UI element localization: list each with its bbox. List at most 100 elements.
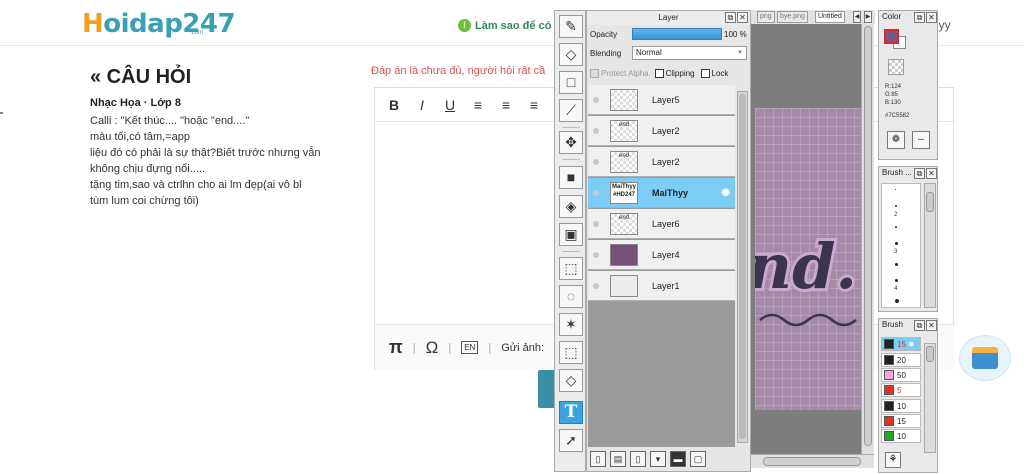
close-icon[interactable]: ✕ xyxy=(926,168,937,179)
new-layer-icon[interactable]: ▯ xyxy=(590,451,606,467)
folder-icon[interactable]: ▬ xyxy=(670,451,686,467)
layer-mode-icon[interactable]: ▾ xyxy=(650,451,666,467)
brush-size-item[interactable]: 3 xyxy=(882,239,922,258)
layer-row[interactable]: Layer1 xyxy=(588,271,735,301)
brush-item[interactable]: 10 xyxy=(881,429,921,443)
back-to-question-link[interactable]: « CÂU HỎI xyxy=(90,66,191,89)
brush-size-item[interactable] xyxy=(882,294,922,313)
foreground-color-swatch[interactable] xyxy=(884,29,899,44)
opacity-slider[interactable] xyxy=(632,28,722,40)
close-icon[interactable]: ✕ xyxy=(737,12,748,23)
restore-icon[interactable]: ⧉ xyxy=(914,12,925,23)
brush-size-scrollbar[interactable] xyxy=(924,183,936,308)
visibility-icon[interactable] xyxy=(588,220,604,227)
brush-settings-icon[interactable]: ⚘ xyxy=(885,452,901,468)
brush-size-item[interactable]: 4 xyxy=(882,276,922,295)
blending-select[interactable]: Normal ▼ xyxy=(632,46,747,60)
visibility-icon[interactable] xyxy=(588,127,604,134)
new-set-icon[interactable]: ▯ xyxy=(630,451,646,467)
scroll-thumb[interactable] xyxy=(763,457,861,466)
close-icon[interactable]: ✕ xyxy=(926,320,937,331)
brush-item[interactable]: 5 xyxy=(881,383,921,397)
fill-shape-tool-icon[interactable]: ■ xyxy=(559,166,583,189)
brush-tool-icon[interactable]: ✎ xyxy=(559,15,583,38)
brush-item[interactable]: 20 xyxy=(881,353,921,367)
align-right-button[interactable]: ≡ xyxy=(527,97,541,113)
new-linework-icon[interactable]: ▤ xyxy=(610,451,626,467)
restore-icon[interactable]: ⧉ xyxy=(914,320,925,331)
brush-scrollbar[interactable] xyxy=(924,343,936,453)
brush-size-item[interactable]: 2 xyxy=(882,202,922,221)
align-center-button[interactable]: ≡ xyxy=(499,97,513,113)
layer-row[interactable]: Layer4 xyxy=(588,240,735,270)
scroll-thumb[interactable] xyxy=(864,26,872,446)
tab-untitled[interactable]: Untitled xyxy=(815,11,845,23)
scroll-thumb[interactable] xyxy=(739,94,746,439)
layer-row[interactable]: end Layer2 xyxy=(588,147,735,177)
close-icon[interactable]: ✕ xyxy=(926,12,937,23)
gradient-tool-icon[interactable]: ▣ xyxy=(559,223,583,246)
tab-png[interactable]: png xyxy=(757,11,775,23)
notice-link[interactable]: i Làm sao để có xyxy=(458,19,551,32)
eraser-tool-icon[interactable]: ◇ xyxy=(559,43,583,66)
underline-button[interactable]: U xyxy=(443,97,457,113)
send-image-label[interactable]: Gửi ảnh: xyxy=(501,342,544,354)
gear-icon[interactable]: ✹ xyxy=(720,185,731,201)
pen-tool-icon[interactable]: ⟋ xyxy=(559,99,583,122)
site-logo[interactable]: Hoidap247 xyxy=(82,9,236,39)
brush-size-item[interactable] xyxy=(882,221,922,240)
layer-scrollbar[interactable] xyxy=(737,91,748,443)
magic-wand-icon[interactable]: ✶ xyxy=(559,313,583,336)
visibility-icon[interactable] xyxy=(588,189,604,196)
palette-icon[interactable]: ❁ xyxy=(887,131,905,149)
gift-button[interactable] xyxy=(959,335,1011,381)
layer-row[interactable]: end Layer6 xyxy=(588,209,735,239)
brush-item[interactable]: 10 xyxy=(881,399,921,413)
lasso-select-icon[interactable]: ◌ xyxy=(559,285,583,308)
restore-icon[interactable]: ⧉ xyxy=(725,12,736,23)
bucket-tool-icon[interactable]: ◈ xyxy=(559,195,583,218)
visibility-icon[interactable] xyxy=(588,282,604,289)
layer-row[interactable]: Layer5 xyxy=(588,85,735,115)
align-left-button[interactable]: ≡ xyxy=(471,97,485,113)
scroll-thumb[interactable] xyxy=(926,346,934,362)
restore-icon[interactable]: ⧉ xyxy=(914,168,925,179)
select-eraser-icon[interactable]: ◇ xyxy=(559,369,583,392)
pointer-tool-icon[interactable]: ➚ xyxy=(559,429,583,452)
brush-size-item[interactable] xyxy=(882,258,922,277)
layer-row[interactable]: end Layer2 xyxy=(588,116,735,146)
chevron-left-icon[interactable]: ◀ xyxy=(853,11,861,23)
canvas-hscrollbar[interactable] xyxy=(751,454,874,468)
protect-alpha-checkbox[interactable]: Protect Alpha xyxy=(590,69,649,79)
layer-row-selected[interactable]: MaiThyy #HD247 MaiThyy ✹ xyxy=(588,178,735,208)
brush-item[interactable]: 50 xyxy=(881,368,921,382)
visibility-icon[interactable] xyxy=(588,251,604,258)
move-tool-icon[interactable]: ✥ xyxy=(559,131,583,154)
drawing-canvas[interactable]: nd. xyxy=(755,108,861,410)
rect-select-icon[interactable]: ⬚ xyxy=(559,257,583,280)
layer-actions: ▯ ▤ ▯ ▾ ▬ ▢ xyxy=(588,447,749,471)
italic-button[interactable]: I xyxy=(415,97,429,113)
mask-icon[interactable]: ▢ xyxy=(690,451,706,467)
scroll-thumb[interactable] xyxy=(926,192,934,212)
chevron-right-icon[interactable]: ▶ xyxy=(864,11,872,23)
minus-icon[interactable]: – xyxy=(912,131,930,149)
language-button[interactable]: EN xyxy=(461,341,479,354)
brush-item[interactable]: 15 xyxy=(881,414,921,428)
gear-icon[interactable]: ✹ xyxy=(908,340,915,349)
text-tool-icon[interactable]: T xyxy=(559,401,583,424)
select-pen-icon[interactable]: ⬚ xyxy=(559,341,583,364)
math-button[interactable]: π xyxy=(389,337,403,358)
visibility-icon[interactable] xyxy=(588,158,604,165)
rectangle-tool-icon[interactable]: □ xyxy=(559,71,583,94)
bold-button[interactable]: B xyxy=(387,97,401,113)
canvas-vscrollbar[interactable] xyxy=(861,24,874,454)
transparent-swatch[interactable] xyxy=(888,59,904,75)
clipping-checkbox[interactable]: Clipping xyxy=(654,69,695,79)
lock-checkbox[interactable]: Lock xyxy=(700,69,728,79)
tab-bye-png[interactable]: bye.png xyxy=(777,11,808,23)
visibility-icon[interactable] xyxy=(588,96,604,103)
separator: | xyxy=(412,341,416,354)
brush-item-selected[interactable]: 15 ✹ xyxy=(881,337,921,351)
symbol-button[interactable]: Ω xyxy=(426,338,439,358)
